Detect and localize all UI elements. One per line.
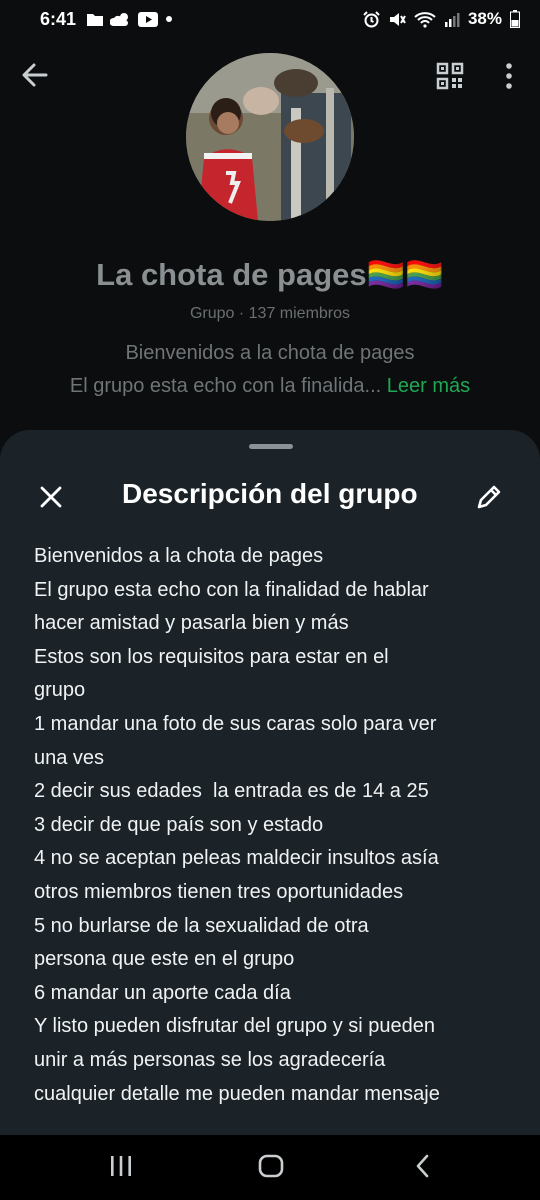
description-line: una ves — [34, 746, 105, 769]
sheet-title: Descripción del grupo — [122, 478, 418, 509]
cloud-weather-icon — [110, 13, 128, 26]
description-line: Y listo pueden disfrutar del grupo y si … — [34, 1015, 436, 1038]
group-avatar[interactable] — [186, 53, 354, 221]
description-line: Estos son los requisitos para estar en e… — [34, 645, 389, 668]
home-icon[interactable] — [258, 1154, 284, 1178]
dot-icon — [166, 16, 172, 22]
folder-icon — [87, 14, 103, 26]
group-photo — [186, 53, 354, 221]
description-line: persona que este en el grupo — [34, 948, 295, 971]
recent-apps-icon[interactable] — [108, 1153, 134, 1179]
description-preview-line1: Bienvenidos a la chota de pages — [125, 342, 415, 364]
description-preview-line2: El grupo esta echo con la finalida... Le… — [0, 375, 540, 398]
description-line: El grupo esta echo con la finalidad de h… — [34, 578, 429, 601]
alarm-icon — [363, 10, 380, 27]
system-navigation-bar — [0, 1135, 540, 1200]
description-line: 3 decir de que país son y estado — [34, 813, 324, 836]
more-options-icon[interactable] — [496, 60, 522, 92]
read-more-link[interactable]: Leer más — [387, 375, 470, 397]
description-line: unir a más personas se los agradecería — [34, 1048, 386, 1071]
description-line: 1 mandar una foto de sus caras solo para… — [34, 712, 437, 735]
nav-back-icon[interactable] — [412, 1153, 434, 1179]
edit-pencil-icon[interactable] — [474, 482, 504, 512]
description-line: 4 no se aceptan peleas maldecir insultos… — [34, 847, 439, 870]
qr-code-icon[interactable] — [436, 62, 464, 90]
signal-icon — [444, 12, 460, 27]
battery-icon — [510, 10, 520, 28]
back-arrow-icon[interactable] — [18, 58, 52, 92]
group-description-text: Bienvenidos a la chota de pages El grupo … — [34, 540, 524, 1111]
description-line: 6 mandar un aporte cada día — [34, 981, 291, 1004]
status-time: 6:41 — [40, 9, 77, 29]
group-title: La chota de pages🏳️‍🌈🏳️‍🌈 — [96, 257, 444, 292]
status-bar: 6:41 38% — [0, 0, 540, 40]
drag-handle[interactable] — [249, 444, 293, 449]
description-line: grupo — [34, 679, 86, 702]
description-bottom-sheet: Descripción del grupo Bienvenidos a la c… — [0, 430, 540, 1135]
description-line: Bienvenidos a la chota de pages — [34, 545, 324, 567]
description-line: 2 decir sus edades la entrada es de 14 a… — [34, 780, 429, 803]
close-icon[interactable] — [36, 482, 66, 512]
description-preview-text: El grupo esta echo con la finalida... — [69, 375, 382, 397]
mute-icon — [389, 12, 406, 26]
description-line: hacer amistad y pasarla bien y más — [34, 612, 349, 635]
description-line: 5 no burlarse de la sexualidad de otra — [34, 914, 369, 937]
youtube-icon — [138, 12, 158, 27]
group-member-count: Grupo · 137 miembros — [189, 305, 351, 322]
battery-percent: 38% — [467, 9, 502, 28]
description-line: otros miembros tienen tres oportunidades — [34, 880, 404, 903]
description-line: cualquier detalle me pueden mandar mensa… — [34, 1082, 440, 1105]
wifi-icon — [414, 11, 436, 28]
